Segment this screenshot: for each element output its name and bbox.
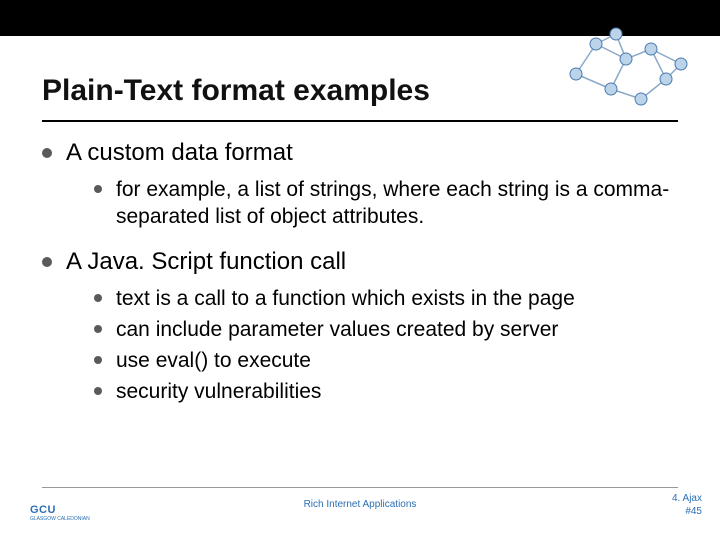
sub-bullet-text: for example, a list of strings, where ea… bbox=[116, 176, 678, 231]
bullet-level2: security vulnerabilities bbox=[94, 378, 678, 405]
bullet-level2: can include parameter values created by … bbox=[94, 316, 678, 343]
title-block: Plain-Text format examples bbox=[42, 74, 678, 122]
bullet-icon bbox=[42, 148, 52, 158]
sub-bullet-text: security vulnerabilities bbox=[116, 378, 321, 405]
title-underline bbox=[42, 120, 678, 122]
bullet-icon bbox=[94, 325, 102, 333]
bullet-icon bbox=[94, 356, 102, 364]
bullet-level1: A Java. Script function call bbox=[42, 247, 678, 277]
footer-slide-number: #45 bbox=[672, 505, 702, 518]
bullet-icon bbox=[42, 257, 52, 267]
bullet-icon bbox=[94, 387, 102, 395]
sub-bullet-text: text is a call to a function which exist… bbox=[116, 285, 575, 312]
footer-center: Rich Internet Applications bbox=[0, 499, 720, 510]
sub-bullet-list: text is a call to a function which exist… bbox=[94, 285, 678, 406]
sub-bullet-text: can include parameter values created by … bbox=[116, 316, 558, 343]
slide-title: Plain-Text format examples bbox=[42, 74, 678, 108]
slide: Plain-Text format examples A custom data… bbox=[0, 0, 720, 540]
content-area: A custom data format for example, a list … bbox=[42, 138, 678, 422]
bullet-icon bbox=[94, 294, 102, 302]
footer-rule bbox=[42, 487, 678, 488]
sub-bullet-list: for example, a list of strings, where ea… bbox=[94, 176, 678, 231]
footer-section: 4. Ajax bbox=[672, 492, 702, 505]
bullet-text: A Java. Script function call bbox=[66, 247, 346, 277]
bullet-level2: use eval() to execute bbox=[94, 347, 678, 374]
logo-subtext: GLASGOW CALEDONIAN bbox=[30, 516, 90, 522]
bullet-text: A custom data format bbox=[66, 138, 293, 168]
bullet-level2: for example, a list of strings, where ea… bbox=[94, 176, 678, 231]
sub-bullet-text: use eval() to execute bbox=[116, 347, 311, 374]
bullet-level1: A custom data format bbox=[42, 138, 678, 168]
bullet-icon bbox=[94, 185, 102, 193]
bullet-level2: text is a call to a function which exist… bbox=[94, 285, 678, 312]
footer-right: 4. Ajax #45 bbox=[672, 492, 702, 518]
